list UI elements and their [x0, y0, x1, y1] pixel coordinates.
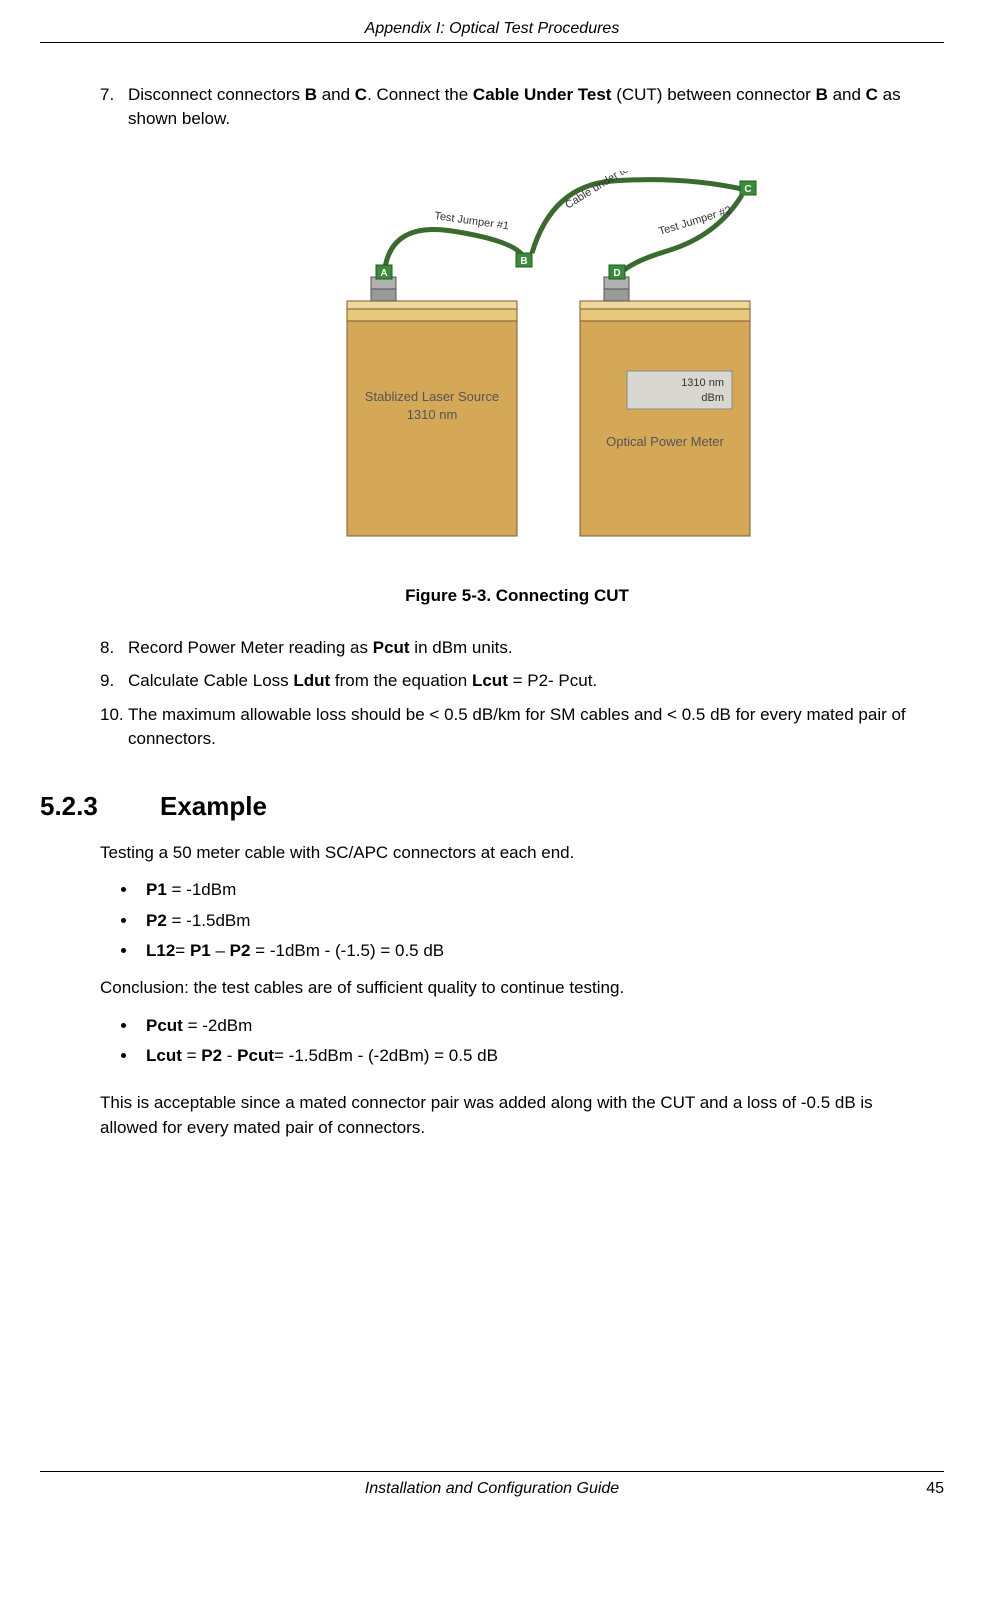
step-number: 7.	[100, 83, 128, 131]
procedure-step: 10.The maximum allowable loss should be …	[100, 703, 934, 751]
step-number: 10.	[100, 703, 128, 751]
figure-container: Stablized Laser Source 1310 nm 1310 nm d…	[100, 171, 934, 566]
svg-text:dBm: dBm	[701, 392, 724, 404]
section-number: 5.2.3	[40, 791, 160, 822]
steps-first-container: 7.Disconnect connectors B and C. Connect…	[100, 83, 934, 131]
list-item: Pcut = -2dBm	[138, 1011, 934, 1042]
svg-text:B: B	[520, 256, 527, 267]
page-header: Appendix I: Optical Test Procedures	[40, 20, 944, 43]
svg-text:Stablized Laser Source: Stablized Laser Source	[365, 389, 499, 404]
procedure-step: 8.Record Power Meter reading as Pcut in …	[100, 636, 934, 660]
step-text: Calculate Cable Loss Ldut from the equat…	[128, 669, 934, 693]
figure-caption: Figure 5-3. Connecting CUT	[100, 586, 934, 606]
step-text: Disconnect connectors B and C. Connect t…	[128, 83, 934, 131]
list-item: L12= P1 – P2 = -1dBm - (-1.5) = 0.5 dB	[138, 936, 934, 967]
procedure-step: 7.Disconnect connectors B and C. Connect…	[100, 83, 934, 131]
bullets-1: P1 = -1dBmP2 = -1.5dBmL12= P1 – P2 = -1d…	[100, 875, 934, 967]
step-number: 9.	[100, 669, 128, 693]
svg-text:Optical Power Meter: Optical Power Meter	[606, 434, 724, 449]
list-item: Lcut = P2 - Pcut= -1.5dBm - (-2dBm) = 0.…	[138, 1041, 934, 1072]
step-number: 8.	[100, 636, 128, 660]
svg-text:C: C	[744, 184, 751, 195]
svg-text:1310 nm: 1310 nm	[681, 377, 724, 389]
step-text: The maximum allowable loss should be < 0…	[128, 703, 934, 751]
example-intro: Testing a 50 meter cable with SC/APC con…	[100, 840, 934, 866]
page-footer: Installation and Configuration Guide 45	[40, 1471, 944, 1498]
list-item: P2 = -1.5dBm	[138, 906, 934, 937]
conclusion-1: Conclusion: the test cables are of suffi…	[100, 975, 934, 1001]
svg-text:D: D	[613, 268, 620, 279]
footer-page-number: 45	[643, 1480, 944, 1498]
svg-text:1310 nm: 1310 nm	[407, 407, 458, 422]
bullets-2: Pcut = -2dBmLcut = P2 - Pcut= -1.5dBm - …	[100, 1011, 934, 1072]
list-item: P1 = -1dBm	[138, 875, 934, 906]
svg-text:A: A	[380, 268, 387, 279]
diagram-cable-test: Stablized Laser Source 1310 nm 1310 nm d…	[272, 171, 762, 561]
conclusion-2: This is acceptable since a mated connect…	[100, 1090, 934, 1141]
steps-second-container: 8.Record Power Meter reading as Pcut in …	[100, 636, 934, 751]
step-text: Record Power Meter reading as Pcut in dB…	[128, 636, 934, 660]
procedure-step: 9.Calculate Cable Loss Ldut from the equ…	[100, 669, 934, 693]
section-title: Example	[160, 791, 267, 822]
section-heading: 5.2.3 Example	[40, 791, 934, 822]
footer-title: Installation and Configuration Guide	[341, 1480, 642, 1498]
